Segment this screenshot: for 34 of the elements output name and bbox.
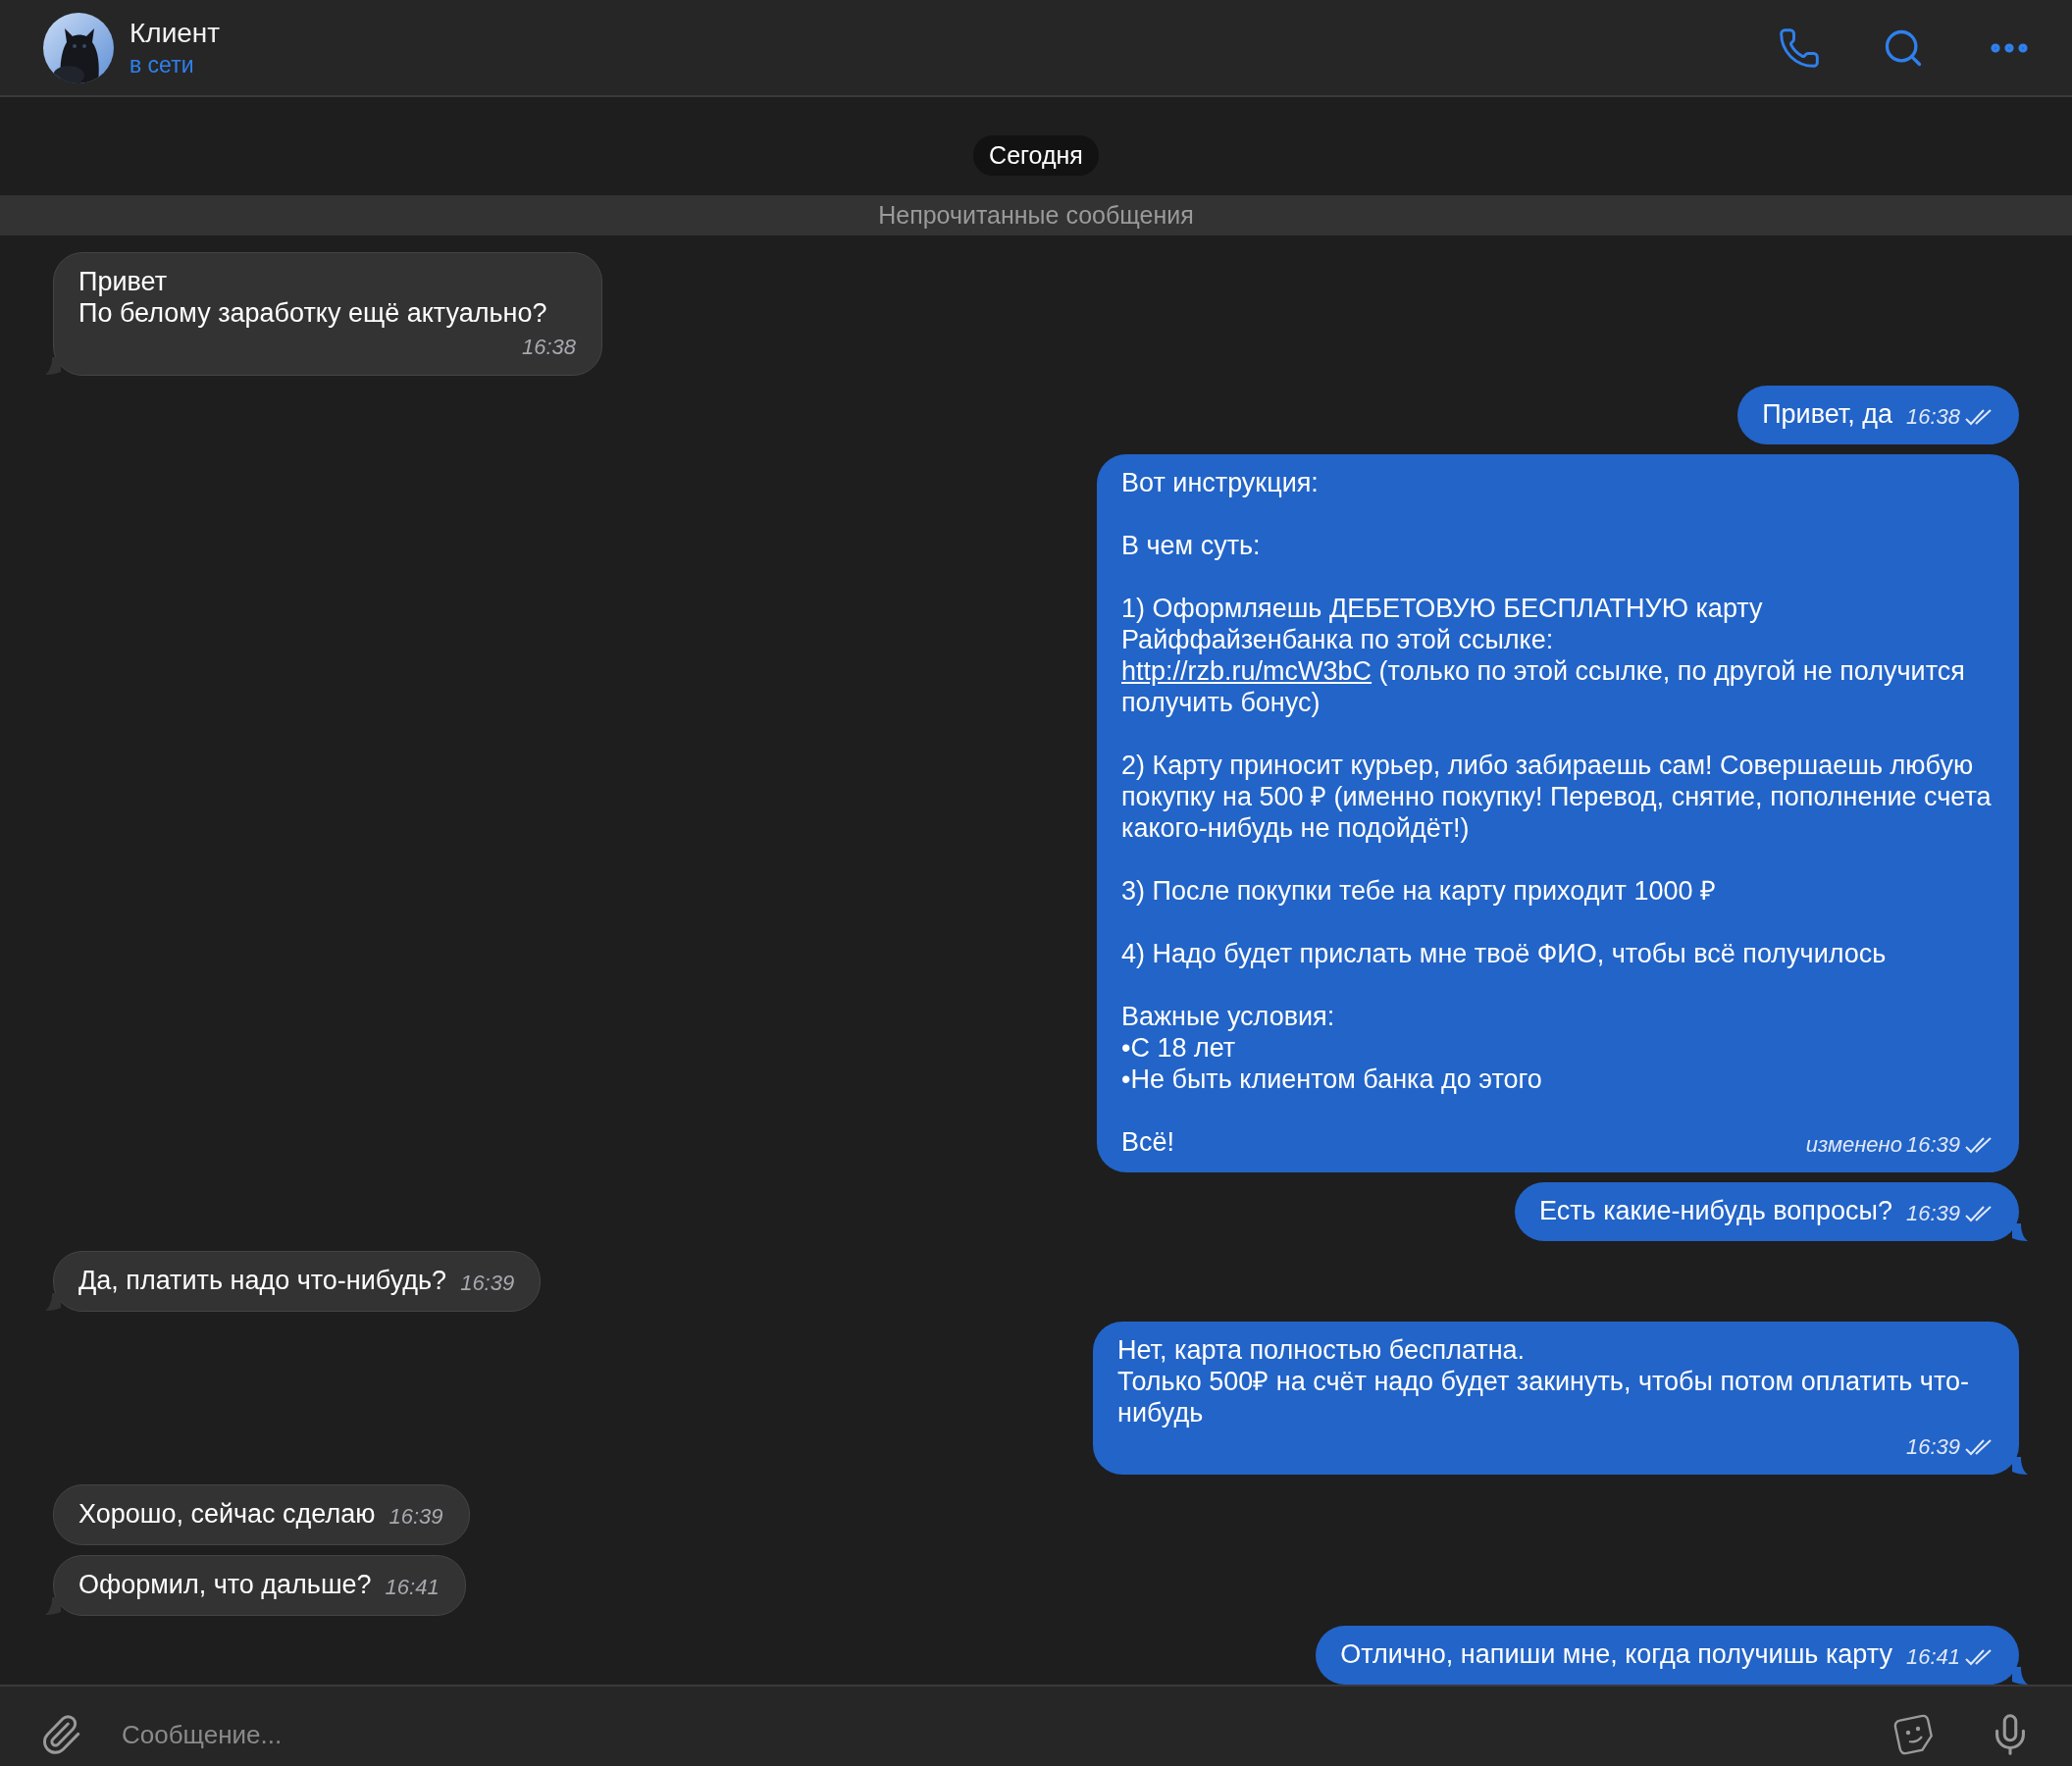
message-text: Оформил, что дальше? xyxy=(78,1569,372,1600)
contact-name: Клиент xyxy=(130,16,222,50)
message-text: Важные условия: •С 18 лет •Не быть клиентом банка до этого xyxy=(1121,1001,1542,1095)
message-time: 16:41 xyxy=(1905,1643,1960,1671)
message-text: Привет По белому заработку ещё актуально? xyxy=(78,266,547,329)
date-label: Сегодня xyxy=(973,135,1099,176)
message-time: 16:39 xyxy=(388,1503,443,1531)
message-text: Привет, да xyxy=(1762,398,1892,430)
link[interactable]: http://rzb.ru/mcW3bC xyxy=(1121,656,1373,686)
message-text: 1) Оформляешь ДЕБЕТОВУЮ БЕСПЛАТНУЮ карту Райффайзенбанка по этой ссылке: xyxy=(1121,593,1764,655)
message-input[interactable]: Сообщение... xyxy=(120,1718,1860,1751)
message-text: 2) Карту приносит курьер, либо забираешь сам! Совершаешь любую покупку на 500 ₽ (именно покупку! Перевод, снятие, пополнение счета какого-нибудь не подойдёт!) xyxy=(1121,750,1993,844)
message-text: Да, платить надо что-нибудь? xyxy=(78,1265,447,1296)
message-text: Всё! xyxy=(1121,1126,1175,1158)
message-time: 16:39 xyxy=(1905,1200,1960,1227)
message-time: 16:38 xyxy=(1905,403,1960,431)
message-time: 16:39 xyxy=(1905,1131,1960,1159)
edited-label: изменено xyxy=(1805,1131,1902,1159)
message-text: 4) Надо будет прислать мне твоё ФИО, чтобы всё получилось xyxy=(1121,938,1887,969)
message-text: Вот инструкция: xyxy=(1121,467,1319,498)
message-time: 16:39 xyxy=(1905,1433,1960,1461)
contact-status: в сети xyxy=(130,50,195,79)
message-field[interactable]: Сообщение... xyxy=(0,1685,2072,1766)
message-time: 16:38 xyxy=(521,334,576,361)
phone-icon[interactable] xyxy=(1778,26,1821,70)
message-text: 3) После покупки тебе на карту приходит 1000 ₽ xyxy=(1121,875,1716,907)
message-time: 16:41 xyxy=(385,1574,440,1601)
message-time: 16:39 xyxy=(460,1270,515,1297)
message-text: В чем суть: xyxy=(1121,530,1261,561)
message-text: Нет, карта полностью бесплатна. Только 500₽ на счёт надо будет закинуть, чтобы потом оплатить что-нибудь xyxy=(1117,1334,1970,1428)
message-text: Хорошо, сейчас сделаю xyxy=(78,1498,376,1530)
message-text: Отлично, напиши мне, когда получишь карту xyxy=(1340,1638,1892,1670)
message-text: Есть какие-нибудь вопросы? xyxy=(1539,1195,1892,1226)
message-text: http://rzb.ru/mcW3bC (только по этой ссылке, по другой не получится получить бонус) xyxy=(1121,655,1966,718)
